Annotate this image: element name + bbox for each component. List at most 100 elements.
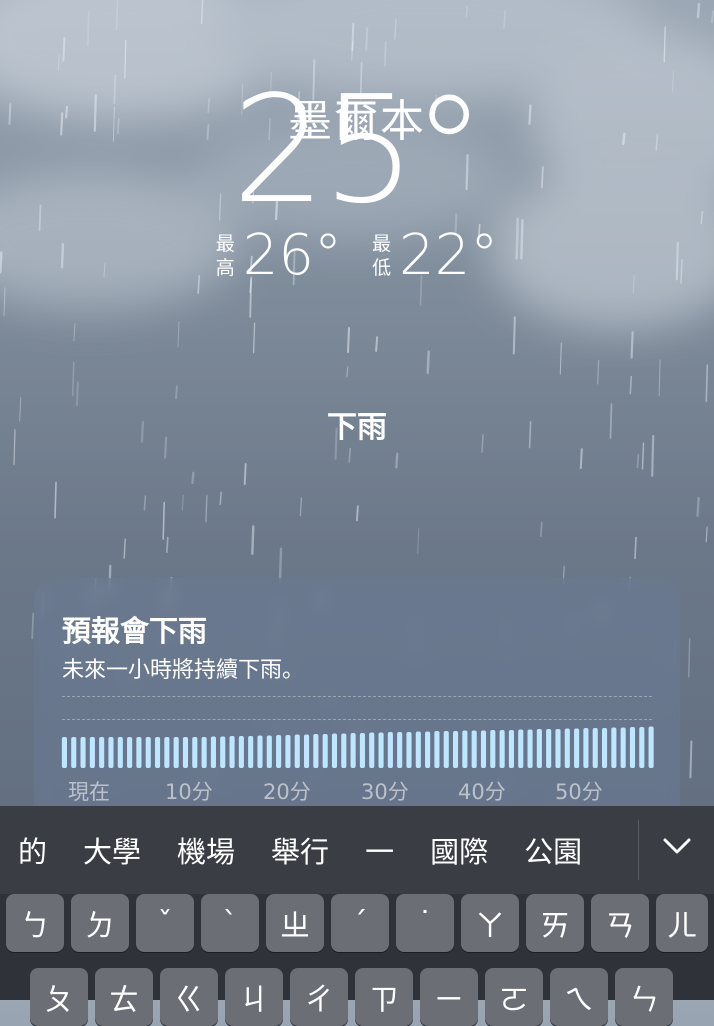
precipitation-bar: [154, 737, 161, 768]
precipitation-bar: [574, 728, 580, 768]
rain-streak: [200, 0, 204, 25]
key[interactable]: ㄟ: [550, 968, 608, 1026]
precipitation-bar: [369, 732, 375, 768]
precipitation-bar: [117, 737, 123, 768]
key[interactable]: ㄦ: [656, 894, 708, 952]
rain-streak: [124, 39, 127, 79]
key[interactable]: ㄆ: [30, 968, 88, 1026]
precipitation-bar: [108, 737, 114, 768]
precipitation-bar: [508, 730, 514, 768]
precipitation-forecast-card[interactable]: 預報會下雨 未來一小時將持續下雨。 現在 10分 20分 30分 40分 50分: [34, 578, 680, 838]
key[interactable]: ㄉ: [71, 894, 129, 952]
rain-streak: [57, 54, 60, 71]
precipitation-bar: [629, 727, 636, 768]
rain-streak: [465, 5, 468, 18]
key[interactable]: ㄗ: [355, 968, 413, 1026]
tick-label: 50分: [555, 780, 603, 804]
candidate-word[interactable]: 大學: [83, 829, 141, 871]
precipitation-bar: [406, 732, 412, 768]
rain-streak: [351, 41, 354, 61]
chevron-down-icon[interactable]: [662, 836, 692, 856]
rain-streak: [86, 11, 90, 47]
rain-streak: [346, 366, 349, 378]
key[interactable]: ㄚ: [461, 894, 519, 952]
key[interactable]: ㄓ: [266, 894, 324, 952]
rain-streak: [191, 471, 195, 485]
candidate-word[interactable]: 舉行: [271, 829, 329, 871]
candidate-word[interactable]: 機場: [177, 829, 235, 871]
precipitation-bar: [285, 735, 291, 768]
precipitation-bar: [127, 737, 133, 768]
tick-label: 20分: [263, 780, 311, 804]
key[interactable]: ㄛ: [485, 968, 543, 1026]
key[interactable]: ˊ: [331, 894, 389, 952]
key[interactable]: ˇ: [136, 894, 194, 952]
precipitation-bar: [164, 737, 170, 768]
precipitation-bar: [248, 736, 254, 768]
rain-streak: [162, 501, 165, 540]
candidate-word[interactable]: 一: [365, 829, 394, 871]
rain-streak: [71, 361, 75, 397]
rain-streak: [512, 316, 516, 355]
rain-streak: [395, 452, 399, 469]
precipitation-bar: [452, 731, 459, 768]
key[interactable]: ㄍ: [160, 968, 218, 1026]
precipitation-bar: [201, 737, 207, 768]
rain-streak: [503, 10, 506, 29]
tick-label: 現在: [68, 780, 110, 804]
key[interactable]: ㄐ: [225, 968, 283, 1026]
low-label: 最 低: [372, 233, 392, 279]
precipitation-bar: [136, 737, 142, 768]
key[interactable]: ㄣ: [615, 968, 673, 1026]
candidate-word[interactable]: 國際: [430, 829, 488, 871]
key[interactable]: ㄔ: [290, 968, 348, 1026]
rain-streak: [348, 447, 352, 463]
rain-streak: [636, 453, 640, 469]
rain-streak: [630, 331, 634, 359]
precipitation-bar: [499, 730, 505, 768]
precipitation-bar: [462, 730, 468, 768]
precipitation-bar: [341, 733, 347, 768]
rain-streak: [175, 385, 178, 400]
precipitation-bar: [220, 736, 226, 768]
high-value: 26°: [242, 223, 342, 288]
key[interactable]: ˋ: [201, 894, 259, 952]
tick-label: 40分: [458, 780, 506, 804]
precipitation-bar: [229, 736, 235, 768]
precipitation-bar: [257, 735, 263, 768]
precipitation-bar: [639, 727, 645, 768]
rain-streak: [3, 287, 6, 316]
rain-streak: [123, 538, 126, 559]
rain-streak: [346, 326, 351, 354]
rain-streak: [54, 481, 57, 519]
key[interactable]: ㄢ: [591, 894, 649, 952]
precipitation-bar: [536, 729, 542, 768]
precipitation-bar: [71, 737, 77, 768]
precipitation-bar: [443, 731, 449, 768]
zhuyin-keyboard: ㄅ ㄉ ˇ ˋ ㄓ ˊ ˙ ㄚ ㄞ ㄢ ㄦ ㄆ ㄊ ㄍ ㄐ ㄔ ㄗ ㄧ ㄛ ㄟ …: [0, 894, 714, 1026]
rain-streak: [394, 18, 397, 40]
rain-streak: [641, 442, 645, 470]
candidate-word[interactable]: 的: [18, 829, 47, 871]
rain-streak: [278, 547, 283, 582]
candidate-word[interactable]: 公園: [524, 829, 582, 871]
precipitation-bar: [527, 729, 533, 768]
precipitation-bar: [546, 729, 552, 768]
precipitation-bar: [648, 726, 654, 768]
key[interactable]: ㄧ: [420, 968, 478, 1026]
current-temperature: 25°: [231, 64, 486, 236]
key[interactable]: ˙: [396, 894, 454, 952]
key[interactable]: ㄊ: [95, 968, 153, 1026]
precipitation-bar: [611, 727, 617, 768]
precipitation-bar: [397, 732, 403, 768]
key[interactable]: ㄞ: [526, 894, 584, 952]
precipitation-bar: [99, 737, 105, 768]
key[interactable]: ㄅ: [6, 894, 64, 952]
weather-condition: 下雨: [327, 410, 387, 445]
rain-streak: [417, 528, 420, 554]
rain-streak: [426, 350, 430, 375]
precipitation-bar: [434, 731, 440, 768]
precipitation-bar: [518, 729, 524, 768]
precipitation-bar: [592, 728, 598, 768]
rain-streak: [73, 323, 76, 342]
